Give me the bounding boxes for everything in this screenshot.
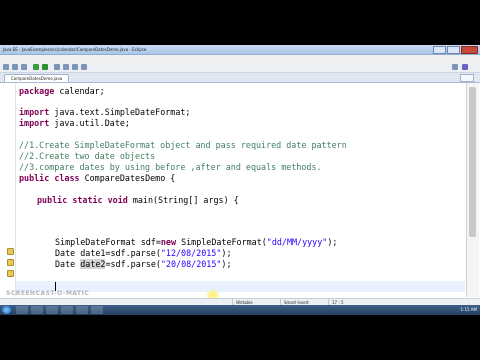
windows-taskbar: 1:15 AM xyxy=(0,305,480,315)
editor-gutter xyxy=(5,83,16,297)
open-type-icon[interactable] xyxy=(63,64,69,70)
code-comment: //2.Create two date objects xyxy=(19,151,156,161)
code-line-date2: Date date2=sdf.parse("20/08/2015"); xyxy=(55,259,232,269)
code-line-sdf: SimpleDateFormat sdf=new SimpleDateForma… xyxy=(55,237,338,247)
code-comment: //3.compare dates by using before ,after… xyxy=(19,162,322,172)
forward-icon[interactable] xyxy=(81,64,87,70)
window-title: Java EE - JavaExamples/src/calendar/Comp… xyxy=(3,47,147,52)
tab-comparedatesdemo[interactable]: CompareDatesDemo.java xyxy=(4,74,70,82)
code-editor[interactable]: package calendar; import java.text.Simpl… xyxy=(5,83,465,315)
warning-marker-icon[interactable] xyxy=(7,270,14,277)
run-icon[interactable] xyxy=(42,64,48,70)
taskbar-app-icon[interactable] xyxy=(76,306,88,314)
save-icon[interactable] xyxy=(12,64,18,70)
eclipse-window: Java EE - JavaExamples/src/calendar/Comp… xyxy=(0,45,480,315)
toolbar xyxy=(0,62,480,73)
warning-marker-icon[interactable] xyxy=(7,248,14,255)
java-ee-perspective-icon[interactable] xyxy=(462,64,468,70)
recorder-watermark: SCREENCAST-O-MATIC xyxy=(6,290,90,297)
code-line-import: import java.util.Date; xyxy=(19,118,130,128)
menu-bar: File Edit Source Refactor Navigate Searc… xyxy=(0,55,480,71)
editor-tabs: CompareDatesDemo.java xyxy=(0,73,480,83)
code-line-class-declaration: public class CompareDatesDemo { xyxy=(19,173,176,183)
debug-icon[interactable] xyxy=(33,64,39,70)
taskbar-app-icon[interactable] xyxy=(46,306,58,314)
code-line-main-declaration: public static void main(String[] args) { xyxy=(37,195,239,205)
taskbar-app-icon[interactable] xyxy=(61,306,73,314)
minimize-editor-button[interactable] xyxy=(460,74,474,82)
warning-marker-icon[interactable] xyxy=(7,259,14,266)
print-icon[interactable] xyxy=(21,64,27,70)
minimize-button[interactable] xyxy=(433,46,446,54)
start-button-icon[interactable] xyxy=(2,306,11,314)
taskbar-app-icon[interactable] xyxy=(16,306,28,314)
code-line-date1: Date date1=sdf.parse("12/08/2015"); xyxy=(55,248,232,258)
perspective-icon[interactable] xyxy=(452,64,458,70)
title-bar: Java EE - JavaExamples/src/calendar/Comp… xyxy=(0,45,480,55)
scrollbar-thumb[interactable] xyxy=(469,87,476,237)
taskbar-clock[interactable]: 1:15 AM xyxy=(461,306,477,314)
code-comment: //1.Create SimpleDateFormat object and p… xyxy=(19,140,347,150)
close-button[interactable] xyxy=(461,46,478,54)
vertical-scrollbar[interactable] xyxy=(466,83,479,297)
code-line-import: import java.text.SimpleDateFormat; xyxy=(19,107,191,117)
highlighted-identifier: date2 xyxy=(80,259,106,269)
taskbar-app-icon[interactable] xyxy=(31,306,43,314)
taskbar-app-icon[interactable] xyxy=(91,306,103,314)
search-icon[interactable] xyxy=(54,64,60,70)
back-icon[interactable] xyxy=(72,64,78,70)
new-icon[interactable] xyxy=(3,64,9,70)
code-line-package: package calendar; xyxy=(19,86,105,96)
maximize-button[interactable] xyxy=(447,46,460,54)
window-controls xyxy=(432,46,478,54)
